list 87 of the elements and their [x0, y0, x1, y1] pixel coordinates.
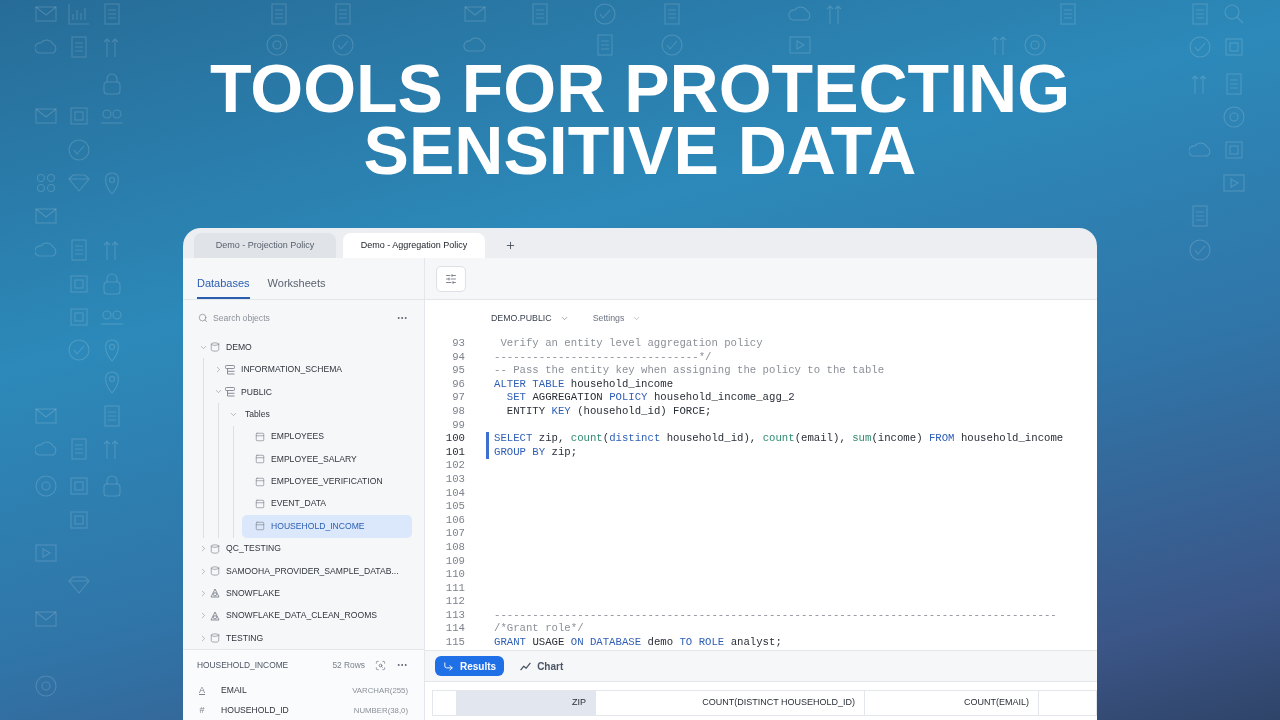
line-number: 93 — [451, 337, 465, 351]
line-number: 107 — [444, 527, 465, 541]
code-line: GRANT USAGE ON DATABASE demo TO ROLE analyst; — [494, 636, 782, 650]
line-number: 100 — [444, 432, 465, 446]
table-icon — [255, 476, 265, 487]
sliders-icon — [445, 272, 457, 285]
code-line: --------------------------------*/ — [494, 350, 712, 365]
tree-item[interactable]: INFORMATION_SCHEMA — [212, 358, 412, 381]
triangle-icon — [210, 610, 220, 621]
line-number: 99 — [451, 418, 465, 433]
line-number: 114 — [444, 622, 465, 637]
tree-item[interactable]: Tables — [227, 403, 412, 426]
database-icon — [210, 342, 220, 353]
tree-item[interactable]: EMPLOYEE_VERIFICATION — [242, 470, 412, 493]
line-number: 98 — [451, 404, 465, 419]
line-number: 115 — [444, 636, 465, 650]
column-header[interactable]: ZIP — [457, 691, 596, 715]
code-line: GROUP BY zip; — [494, 445, 578, 460]
table-icon — [255, 454, 265, 465]
code-line: ENTITY KEY (household_id) FORCE; — [505, 404, 712, 419]
worksheet-tab[interactable]: Demo - Projection Policy — [194, 233, 336, 258]
page-title: TOOLS FOR PROTECTING SENSITIVE DATA — [208, 57, 1072, 181]
line-number: 104 — [444, 486, 465, 501]
tree-item[interactable]: TESTING — [197, 627, 412, 650]
type-symbol: A — [198, 683, 206, 697]
line-number: 106 — [444, 513, 465, 528]
table-icon — [255, 431, 265, 442]
tree-item[interactable]: PUBLIC — [212, 380, 412, 404]
line-number: 95 — [451, 364, 465, 378]
details-title: HOUSEHOLD_INCOME — [197, 659, 289, 672]
tree-item[interactable]: EMPLOYEE_SALARY — [242, 447, 412, 471]
table-icon — [255, 521, 265, 532]
sidebar-tab[interactable]: Databases — [197, 269, 250, 299]
row-count: 52 Rows — [332, 659, 365, 672]
database-icon — [210, 566, 220, 577]
line-number: 94 — [451, 350, 465, 365]
line-number: 112 — [444, 595, 465, 609]
line-number: 113 — [444, 608, 465, 623]
line-number: 108 — [444, 540, 465, 555]
results-tab[interactable]: Results — [435, 656, 505, 676]
code-line: ---------------------------------------------------------------------------------------- — [494, 608, 1057, 623]
tree-item[interactable]: SNOWFLAKE — [197, 582, 412, 605]
tree-item[interactable]: QC_TESTING — [197, 537, 412, 560]
type-symbol: # — [198, 703, 206, 717]
line-chart-icon — [520, 661, 532, 671]
chevron-down-icon — [559, 314, 569, 323]
chevron-down-icon — [632, 314, 642, 323]
search-field[interactable]: Search objects — [213, 311, 363, 325]
line-number: 105 — [444, 500, 465, 514]
tree-item[interactable]: SAMOOHA_PROVIDER_SAMPLE_DATAB... — [197, 559, 412, 583]
database-icon — [210, 633, 220, 644]
context-dropdown[interactable]: DEMO.PUBLIC — [491, 311, 569, 326]
line-number: 101 — [444, 445, 465, 460]
line-number: 110 — [444, 568, 465, 582]
table-icon — [255, 498, 265, 509]
list-tree-icon — [225, 386, 235, 397]
code-line: SELECT zip, count(distinct household_id), count(email), sum(income) FROM household_income — [494, 432, 1064, 446]
line-number: 96 — [451, 377, 465, 392]
tree-item[interactable]: DEMO — [197, 336, 412, 359]
list-tree-icon — [225, 364, 235, 375]
code-line: Verify an entity level aggregation policy — [499, 337, 763, 351]
worksheet-tab[interactable]: Demo - Aggregation Policy — [343, 233, 485, 258]
code-line: SET AGGREGATION POLICY household_income_agg_2 — [505, 391, 795, 405]
line-number: 109 — [444, 554, 465, 569]
sidebar-tab[interactable]: Worksheets — [267, 269, 326, 299]
tree-item[interactable]: HOUSEHOLD_INCOME — [242, 515, 412, 538]
tree-item[interactable]: EVENT_DATA — [242, 492, 412, 516]
settings-dropdown[interactable]: Settings — [592, 311, 642, 326]
search-icon — [198, 313, 208, 323]
results-tab[interactable]: Chart — [520, 656, 564, 676]
code-line: /*Grant role*/ — [494, 622, 584, 637]
code-line: -- Pass the entity key when assigning the policy to the table — [494, 364, 885, 378]
tree-item[interactable]: EMPLOYEES — [242, 425, 412, 448]
line-number: 102 — [444, 459, 465, 473]
tree-item[interactable]: SNOWFLAKE_DATA_CLEAN_ROOMS — [197, 604, 412, 628]
triangle-icon — [210, 588, 220, 599]
line-number: 103 — [444, 472, 465, 487]
scan-search-icon[interactable] — [375, 659, 386, 671]
plus-icon[interactable] — [505, 240, 516, 251]
corner-arrow-icon — [443, 660, 454, 672]
code-line: ALTER TABLE household_income — [494, 377, 674, 392]
column-name: HOUSEHOLD_ID — [221, 704, 289, 717]
line-number: 97 — [451, 391, 465, 405]
database-icon — [210, 543, 220, 554]
filter-button[interactable] — [436, 265, 466, 292]
line-number: 111 — [444, 581, 465, 596]
column-name: EMAIL — [221, 684, 247, 697]
